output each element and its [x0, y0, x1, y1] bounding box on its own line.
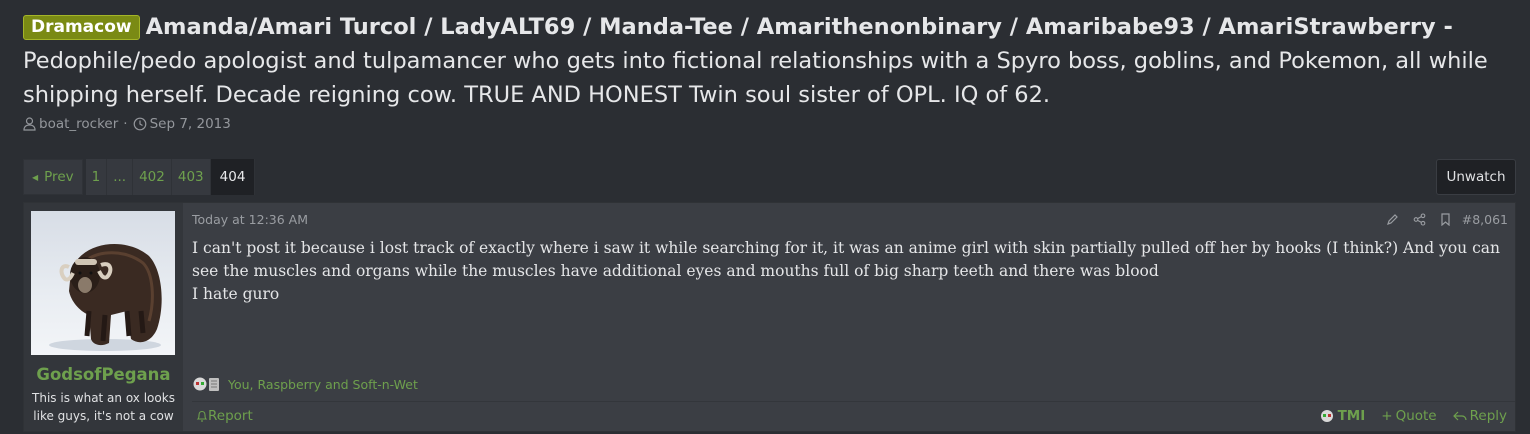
post-main: Today at 12:36 AM #8,061 I can't post it… [192, 203, 1515, 431]
thread-author[interactable]: boat_rocker [23, 116, 118, 132]
tmi-emoji-icon [1320, 410, 1333, 422]
page-link[interactable]: 403 [172, 159, 211, 195]
plus-icon: + [1381, 408, 1393, 424]
reaction-emoji-icon [193, 377, 219, 391]
user-icon [23, 117, 36, 131]
page-prev-label: Prev [44, 169, 74, 185]
user-title: This is what an ox looks like guys, it's… [32, 391, 175, 423]
thread-header: Dramacow Amanda/Amari Turcol / LadyALT69 … [23, 10, 1513, 132]
report-button[interactable]: Report [196, 408, 253, 424]
report-label[interactable]: Report [208, 408, 253, 424]
quote-button[interactable]: + Quote [1381, 408, 1436, 424]
tmi-reaction-button[interactable]: TMI [1319, 408, 1366, 424]
reactions-bar[interactable]: You, Raspberry and Soft-n-Wet [192, 376, 418, 392]
post: GodsofPegana This is what an ox looks li… [23, 202, 1516, 432]
meta-separator: · [123, 116, 128, 132]
quote-label[interactable]: Quote [1396, 408, 1437, 424]
footer-actions: TMI + Quote Reply [1303, 408, 1507, 424]
reply-label[interactable]: Reply [1470, 408, 1507, 424]
thread-start-date[interactable]: Sep 7, 2013 [133, 116, 231, 132]
thread-author-name[interactable]: boat_rocker [39, 116, 118, 132]
reply-icon [1452, 411, 1467, 421]
page-list: 1 ... 402 403 404 [85, 159, 256, 195]
thread-title: Dramacow Amanda/Amari Turcol / LadyALT69 … [23, 10, 1513, 112]
post-body-paragraph: I can't post it because i lost track of … [192, 239, 1500, 280]
page-ellipsis[interactable]: ... [107, 159, 134, 195]
page-link-current[interactable]: 404 [210, 159, 256, 195]
post-user-panel: GodsofPegana This is what an ox looks li… [24, 203, 183, 431]
post-number[interactable]: #8,061 [1462, 212, 1508, 227]
edit-icon[interactable] [1386, 213, 1399, 226]
page-link[interactable]: 1 [86, 159, 108, 195]
thread-date-text[interactable]: Sep 7, 2013 [150, 116, 231, 132]
post-body-paragraph: I hate guro [192, 285, 280, 303]
page-link[interactable]: 402 [133, 159, 172, 195]
unwatch-button[interactable]: Unwatch [1436, 159, 1516, 195]
avatar[interactable] [31, 211, 175, 355]
post-username[interactable]: GodsofPegana [24, 365, 183, 384]
share-icon[interactable] [1413, 213, 1426, 226]
thread-title-description: Pedophile/pedo apologist and tulpamancer… [23, 48, 1488, 108]
post-body: I can't post it because i lost track of … [192, 237, 1505, 306]
caret-left-icon: ◀ [32, 172, 39, 182]
reply-button[interactable]: Reply [1452, 408, 1507, 424]
post-footer: Report TMI + Quote Reply [192, 401, 1515, 431]
post-date[interactable]: Today at 12:36 AM [192, 212, 308, 227]
reactions-text[interactable]: You, Raspberry and Soft-n-Wet [228, 377, 418, 392]
tmi-label[interactable]: TMI [1338, 408, 1366, 424]
bookmark-icon[interactable] [1440, 213, 1451, 226]
page-prev-button[interactable]: ◀ Prev [23, 159, 83, 195]
post-actions-top: #8,061 [1372, 212, 1508, 227]
reaction-icons [192, 376, 222, 392]
thread-prefix-badge[interactable]: Dramacow [23, 15, 140, 40]
musk-ox-avatar-image [49, 244, 162, 351]
clock-icon [133, 117, 146, 131]
bell-report-icon [196, 410, 208, 422]
thread-meta: boat_rocker · Sep 7, 2013 [23, 116, 1513, 132]
pagination: ◀ Prev 1 ... 402 403 404 [23, 159, 256, 195]
thread-title-names: Amanda/Amari Turcol / LadyALT69 / Manda-… [145, 14, 1453, 40]
